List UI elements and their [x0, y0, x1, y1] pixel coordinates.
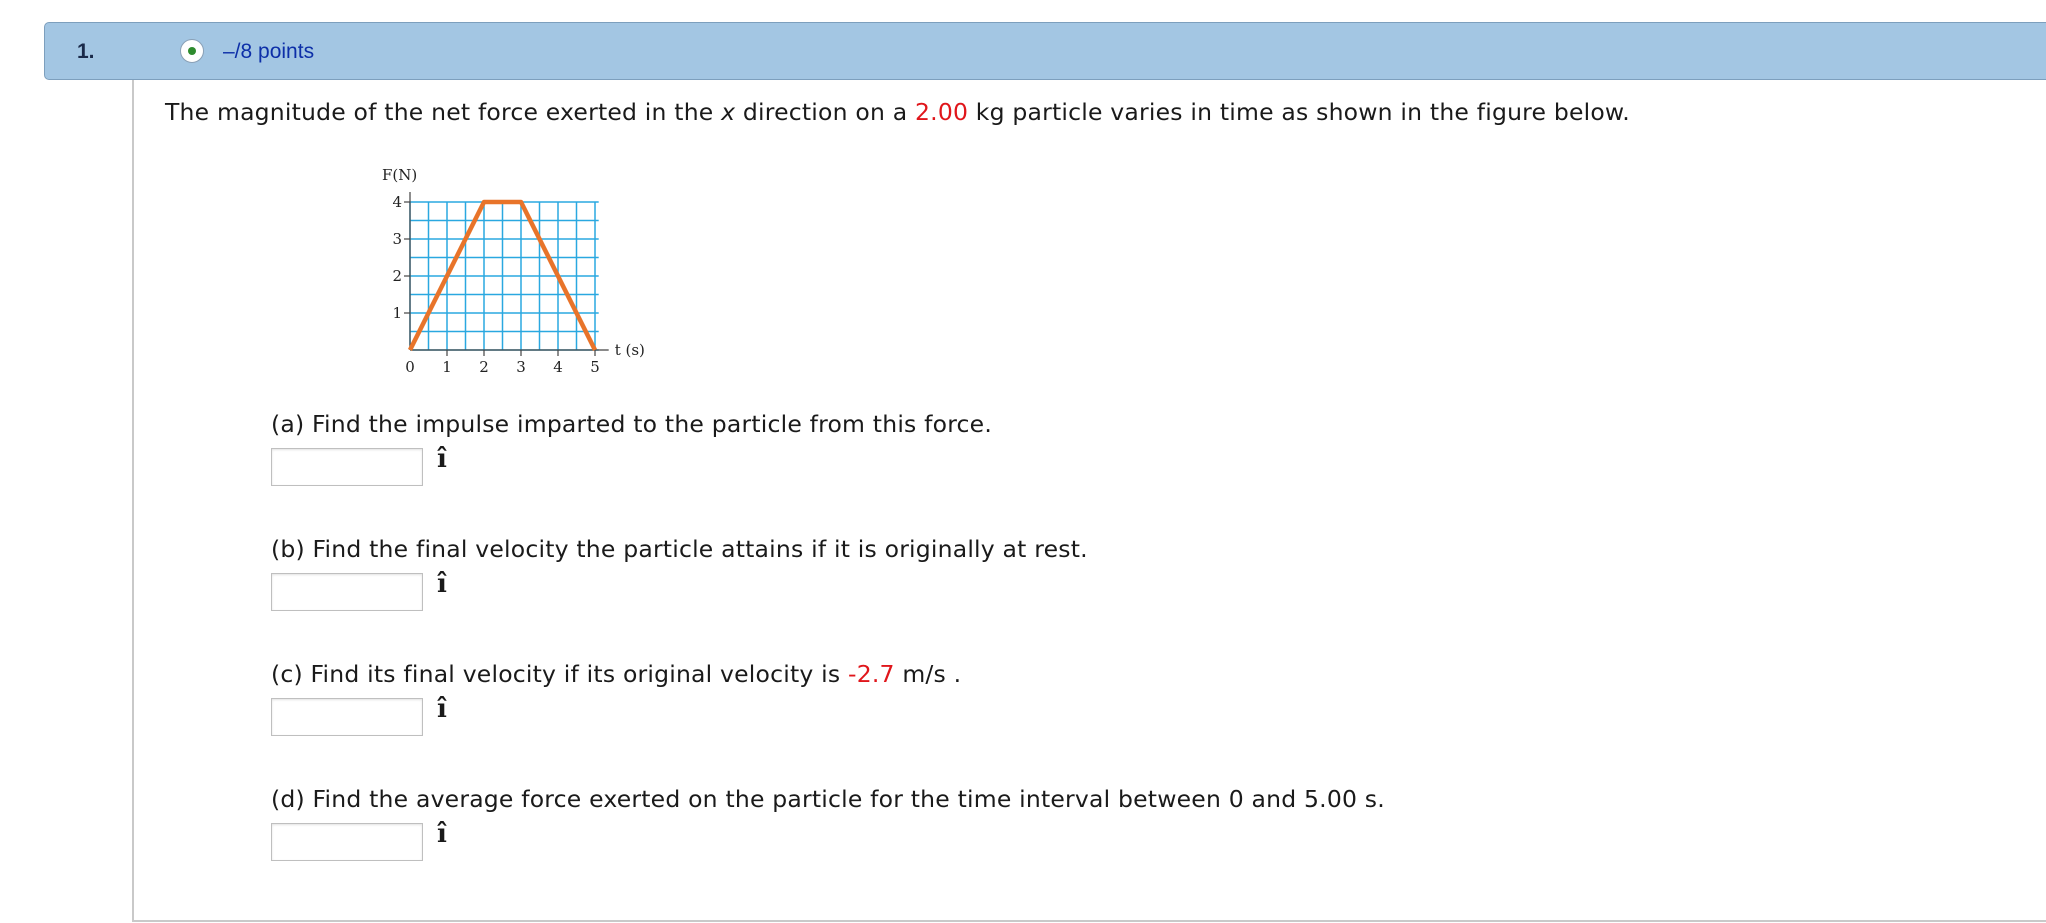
part-d-answer-input[interactable]: [271, 823, 423, 861]
part-a-answer-input[interactable]: [271, 448, 423, 486]
question-intro: The magnitude of the net force exerted i…: [165, 98, 1630, 126]
part-c-text-1: (c) Find its final velocity if its origi…: [271, 660, 849, 688]
part-c-prompt: (c) Find its final velocity if its origi…: [271, 660, 961, 688]
part-d-prompt: (d) Find the average force exerted on th…: [271, 785, 1385, 813]
x-tick-label: 2: [479, 358, 489, 376]
initial-velocity-value: -2.7: [848, 660, 895, 688]
part-c-text-2: m/s .: [894, 660, 962, 688]
y-tick-label: 1: [392, 304, 402, 322]
x-tick-label: 0: [405, 358, 415, 376]
intro-text-2: direction on a: [735, 98, 915, 126]
question-number: 1.: [77, 40, 95, 63]
force-time-chart: 0 1 2 3 4 5 1 2 3 4 F(N) t (s): [382, 166, 645, 376]
points-label: –/8 points: [223, 40, 315, 63]
part-a-unit-vector: î: [437, 444, 447, 474]
y-axis-label: F(N): [382, 166, 417, 184]
y-tick-label: 2: [392, 267, 402, 285]
y-tick-label: 3: [392, 230, 402, 248]
intro-variable: x: [721, 98, 736, 126]
status-radio-icon: [180, 39, 204, 63]
part-a-prompt: (a) Find the impulse imparted to the par…: [271, 410, 993, 438]
intro-text-1: The magnitude of the net force exerted i…: [165, 98, 722, 126]
x-axis-label: t (s): [615, 341, 645, 359]
part-c-answer-input[interactable]: [271, 698, 423, 736]
part-d-unit-vector: î: [437, 819, 447, 849]
part-c-unit-vector: î: [437, 694, 447, 724]
chart-axes: [409, 192, 609, 351]
question-header: 1. –/8 points: [44, 22, 2046, 80]
x-tick-label: 3: [516, 358, 526, 376]
part-b-answer-input[interactable]: [271, 573, 423, 611]
mass-value: 2.00: [915, 98, 969, 126]
intro-text-3: kg particle varies in time as shown in t…: [968, 98, 1630, 126]
chart-grid: [409, 201, 599, 351]
x-tick-label: 5: [590, 358, 600, 376]
y-tick-label: 4: [392, 193, 402, 211]
x-tick-label: 4: [553, 358, 563, 376]
part-b-unit-vector: î: [437, 569, 447, 599]
radio-dot: [188, 47, 196, 55]
x-tick-label: 1: [442, 358, 452, 376]
part-b-prompt: (b) Find the final velocity the particle…: [271, 535, 1088, 563]
question-page: 1. –/8 points The magnitude of the net f…: [0, 0, 2046, 923]
